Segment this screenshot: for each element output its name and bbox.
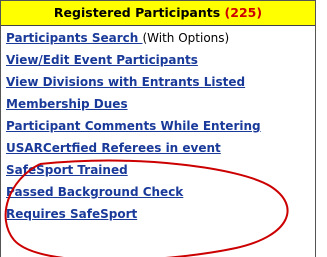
- participant-count: (225): [224, 5, 263, 20]
- view-edit-participants-link[interactable]: View/Edit Event Participants: [6, 53, 198, 67]
- menu-item-background-check: Passed Background Check: [6, 180, 315, 202]
- background-check-link[interactable]: Passed Background Check: [6, 185, 183, 199]
- participant-comments-link[interactable]: Participant Comments While Entering: [6, 119, 261, 133]
- menu-item-participant-comments: Participant Comments While Entering: [6, 114, 315, 136]
- certified-referees-link[interactable]: USARCertfied Referees in event: [6, 141, 221, 155]
- menu-item-requires-safesport: Requires SafeSport: [6, 202, 315, 224]
- participants-menu: Participants Search (With Options) View/…: [1, 26, 315, 224]
- menu-item-participants-search: Participants Search (With Options): [6, 26, 315, 48]
- requires-safesport-link[interactable]: Requires SafeSport: [6, 207, 137, 221]
- safesport-trained-link[interactable]: SafeSport Trained: [6, 163, 128, 177]
- menu-item-membership-dues: Membership Dues: [6, 92, 315, 114]
- membership-dues-link[interactable]: Membership Dues: [6, 97, 128, 111]
- menu-item-view-divisions: View Divisions with Entrants Listed: [6, 70, 315, 92]
- view-divisions-link[interactable]: View Divisions with Entrants Listed: [6, 75, 245, 89]
- registered-participants-panel: Registered Participants (225) Participan…: [0, 0, 316, 257]
- participants-search-note: (With Options): [142, 31, 230, 45]
- participants-search-link[interactable]: Participants Search: [6, 31, 142, 45]
- menu-item-certified-referees: USARCertfied Referees in event: [6, 136, 315, 158]
- menu-item-view-edit-participants: View/Edit Event Participants: [6, 48, 315, 70]
- panel-title: Registered Participants: [53, 5, 221, 20]
- panel-header: Registered Participants (225): [1, 1, 315, 26]
- menu-item-safesport-trained: SafeSport Trained: [6, 158, 315, 180]
